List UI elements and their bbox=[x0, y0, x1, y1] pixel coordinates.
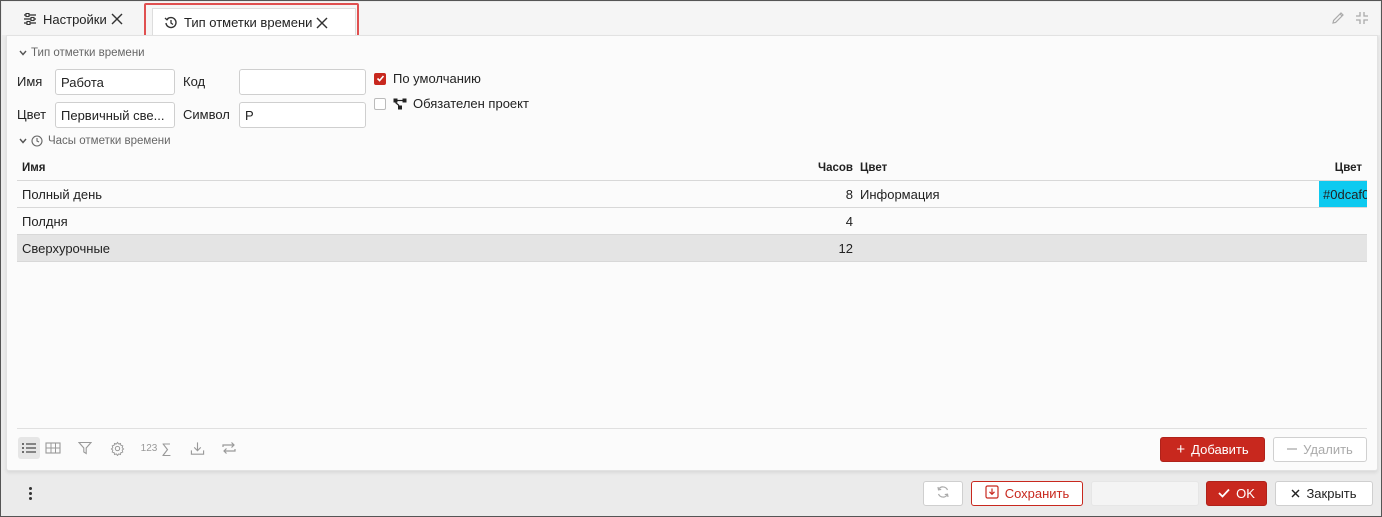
tab-settings-label: Настройки bbox=[43, 11, 107, 27]
delete-button-label: Удалить bbox=[1303, 442, 1353, 457]
main-panel: Тип отметки времени Имя Код Цвет Символ … bbox=[6, 35, 1378, 471]
plus-icon: + bbox=[1176, 441, 1186, 458]
save-button-label: Сохранить bbox=[1004, 486, 1070, 501]
section-title: Тип отметки времени bbox=[31, 47, 145, 59]
cell-color-value: #0dcaf0 bbox=[1319, 181, 1367, 207]
column-header-color[interactable]: Цвет bbox=[860, 156, 1160, 180]
refresh-button[interactable] bbox=[923, 481, 963, 506]
tab-bar: Настройки Тип отметки времени bbox=[2, 2, 1380, 36]
cell-color: Информация bbox=[860, 186, 940, 202]
default-checkbox[interactable]: По умолчанию bbox=[374, 71, 481, 86]
delete-button[interactable]: Удалить bbox=[1273, 437, 1367, 462]
tab-time-mark-type-label: Тип отметки времени bbox=[184, 15, 313, 30]
app-window: Настройки Тип отметки времени Тип отметк… bbox=[0, 0, 1382, 517]
gear-icon[interactable] bbox=[106, 437, 128, 459]
pencil-icon[interactable] bbox=[1330, 10, 1346, 29]
history-icon bbox=[163, 15, 179, 31]
collapse-icon[interactable] bbox=[1354, 10, 1370, 29]
totals-button[interactable]: 123 ∑ bbox=[138, 437, 174, 459]
window-actions bbox=[1330, 10, 1370, 29]
close-button-label: Закрыть bbox=[1306, 486, 1357, 501]
add-button[interactable]: + Добавить bbox=[1160, 437, 1265, 462]
close-button[interactable]: Закрыть bbox=[1275, 481, 1373, 506]
cell-hours: 4 bbox=[845, 213, 853, 229]
cell-color-value bbox=[1319, 235, 1367, 261]
name-input[interactable] bbox=[55, 69, 175, 95]
checkbox-unchecked-icon bbox=[374, 97, 386, 110]
grid-toolbar: 123 ∑ + Добавить Удалить bbox=[17, 428, 1367, 468]
table-row[interactable]: Полдня 4 bbox=[17, 208, 1367, 235]
minus-icon bbox=[1287, 442, 1298, 457]
cell-name: Полный день bbox=[22, 186, 103, 202]
sum-icon: ∑ bbox=[161, 440, 172, 456]
cell-color-value bbox=[1319, 208, 1367, 234]
more-menu-icon[interactable] bbox=[23, 485, 37, 501]
cell-name: Полдня bbox=[22, 213, 68, 229]
cell-color bbox=[860, 235, 1160, 261]
project-required-label: Обязателен проект bbox=[413, 96, 529, 111]
cell-hours: 8 bbox=[845, 186, 853, 202]
filter-icon[interactable] bbox=[74, 437, 96, 459]
table-row[interactable]: Полный день 8 Информация #0dcaf0 bbox=[17, 181, 1367, 208]
save-button[interactable]: Сохранить bbox=[971, 481, 1083, 506]
checkbox-checked-icon bbox=[374, 72, 386, 85]
download-icon[interactable] bbox=[186, 437, 208, 459]
symbol-input[interactable] bbox=[239, 102, 366, 128]
hours-table: Имя Часов Цвет Цвет Полный день 8 Информ… bbox=[17, 156, 1367, 262]
tab-time-mark-type[interactable]: Тип отметки времени bbox=[152, 8, 356, 36]
numbers-label: 123 bbox=[140, 442, 158, 454]
ok-button[interactable]: OK bbox=[1206, 481, 1267, 506]
hidden-action-button[interactable] bbox=[1091, 481, 1199, 506]
close-icon bbox=[1291, 486, 1300, 501]
add-button-label: Добавить bbox=[1191, 442, 1249, 457]
clock-icon bbox=[31, 135, 43, 147]
cell-color bbox=[860, 208, 1160, 234]
section-time-mark-type[interactable]: Тип отметки времени bbox=[18, 47, 145, 59]
section-title: Часы отметки времени bbox=[48, 135, 171, 147]
table-header: Имя Часов Цвет Цвет bbox=[17, 156, 1367, 181]
color-select[interactable] bbox=[55, 102, 175, 128]
color-label: Цвет bbox=[17, 107, 47, 122]
table-row[interactable]: Сверхурочные 12 bbox=[17, 235, 1367, 262]
check-icon bbox=[1218, 486, 1230, 501]
list-view-icon[interactable] bbox=[18, 437, 40, 459]
column-header-color-value[interactable]: Цвет bbox=[1317, 156, 1367, 180]
cell-name: Сверхурочные bbox=[22, 240, 111, 256]
code-label: Код bbox=[183, 74, 206, 89]
save-icon bbox=[985, 485, 999, 502]
section-time-mark-hours[interactable]: Часы отметки времени bbox=[18, 135, 171, 147]
default-label: По умолчанию bbox=[393, 71, 481, 86]
name-label: Имя bbox=[17, 74, 43, 89]
tab-settings[interactable]: Настройки bbox=[22, 6, 125, 32]
column-header-name[interactable]: Имя bbox=[22, 156, 622, 180]
swap-icon[interactable] bbox=[218, 437, 240, 459]
close-icon[interactable] bbox=[109, 11, 125, 27]
project-tree-icon bbox=[393, 98, 407, 110]
grid-view-icon[interactable] bbox=[42, 437, 64, 459]
ok-button-label: OK bbox=[1236, 486, 1255, 501]
code-input[interactable] bbox=[239, 69, 366, 95]
chevron-down-icon bbox=[18, 136, 28, 146]
refresh-icon bbox=[936, 485, 950, 502]
cell-hours: 12 bbox=[838, 240, 853, 256]
sliders-icon bbox=[22, 11, 38, 27]
close-icon[interactable] bbox=[314, 15, 330, 31]
chevron-down-icon bbox=[18, 48, 28, 58]
symbol-label: Символ bbox=[183, 107, 230, 122]
project-required-checkbox[interactable]: Обязателен проект bbox=[374, 96, 529, 111]
column-header-hours[interactable]: Часов bbox=[617, 156, 853, 180]
